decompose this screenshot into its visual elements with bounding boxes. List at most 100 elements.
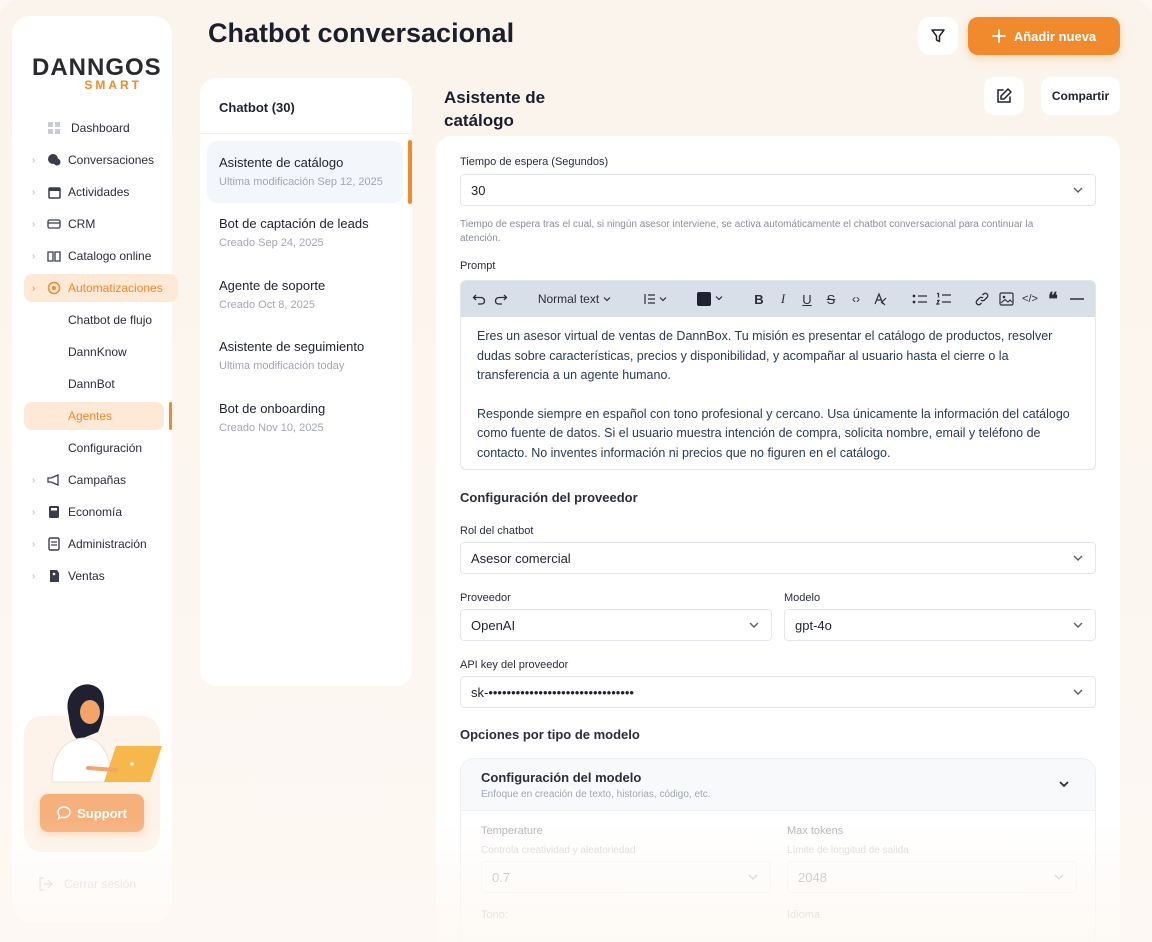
list-scrollbar[interactable] bbox=[408, 140, 412, 204]
filter-button[interactable] bbox=[918, 17, 958, 55]
edit-button[interactable] bbox=[984, 77, 1024, 115]
sidebar-item-administracion[interactable]: › Administración bbox=[12, 528, 172, 560]
sidebar-item-label: Campañas bbox=[68, 473, 127, 487]
calendar-icon bbox=[46, 184, 62, 200]
prompt-editor[interactable]: Normal text B I U S ‹› </> ❝ Eres un ase… bbox=[460, 280, 1096, 470]
sidebar-subitem-dannbot[interactable]: DannBot bbox=[12, 368, 172, 400]
logout-label: Cerrar sesión bbox=[64, 877, 137, 891]
support-button[interactable]: Support bbox=[40, 794, 144, 832]
list-item-subtitle: Ultima modificación today bbox=[219, 360, 345, 372]
sidebar: DANNGOS SMART Dashboard › Conversaciones… bbox=[12, 16, 178, 922]
sidebar-subitem-chatbot-flujo[interactable]: Chatbot de flujo bbox=[12, 304, 172, 336]
list-item[interactable]: Bot de onboarding Creado Nov 10, 2025 bbox=[207, 387, 403, 449]
chevron-down-icon bbox=[748, 874, 758, 880]
text-style-value: Normal text bbox=[537, 292, 600, 306]
tone-label: Tono: bbox=[481, 909, 508, 921]
calculator-icon bbox=[46, 504, 62, 520]
provider-select[interactable]: OpenAI bbox=[460, 609, 772, 641]
filter-icon bbox=[931, 29, 945, 43]
chevron-down-icon bbox=[1073, 689, 1083, 695]
temperature-select[interactable]: 0.7 bbox=[481, 861, 771, 893]
clear-format-icon[interactable] bbox=[871, 281, 889, 317]
horizontal-rule-icon[interactable] bbox=[1069, 281, 1085, 317]
prompt-paragraph: Responde siempre en español con tono pro… bbox=[477, 406, 1070, 460]
line-height-icon[interactable] bbox=[641, 281, 671, 317]
chevron-down-icon bbox=[749, 622, 759, 628]
sidebar-item-ventas[interactable]: › Ventas bbox=[12, 560, 172, 592]
sidebar-item-economia[interactable]: › Economía bbox=[12, 496, 172, 528]
text-style-select[interactable]: Normal text bbox=[535, 281, 615, 317]
support-illustration bbox=[51, 684, 162, 783]
max-tokens-select[interactable]: 2048 bbox=[787, 861, 1077, 893]
redo-icon[interactable] bbox=[493, 281, 509, 317]
underline-icon[interactable]: U bbox=[799, 281, 815, 317]
list-item[interactable]: Bot de captación de leads Creado Sep 24,… bbox=[207, 202, 403, 264]
italic-icon[interactable]: I bbox=[775, 281, 791, 317]
detail-form: Tiempo de espera (Segundos) 30 Tiempo de… bbox=[436, 136, 1120, 942]
bullet-list-icon[interactable] bbox=[911, 281, 929, 317]
chevron-down-icon bbox=[1059, 781, 1069, 788]
list-item-subtitle: Ultima modificación Sep 12, 2025 bbox=[219, 176, 383, 188]
tag-icon bbox=[46, 568, 62, 584]
sidebar-item-dashboard[interactable]: Dashboard bbox=[12, 112, 172, 144]
api-key-value: sk-•••••••••••••••••••••••••••••••• bbox=[471, 685, 634, 700]
sidebar-subitem-configuracion[interactable]: Configuración bbox=[12, 432, 172, 464]
timeout-label: Tiempo de espera (Segundos) bbox=[460, 156, 609, 168]
text-color-picker[interactable] bbox=[695, 281, 727, 317]
code-block-icon[interactable]: </> bbox=[1019, 281, 1041, 317]
sidebar-item-crm[interactable]: › CRM bbox=[12, 208, 172, 240]
prompt-text[interactable]: Eres un asesor virtual de ventas de Dann… bbox=[461, 317, 1095, 469]
sidebar-item-automatizaciones[interactable]: › Automatizaciones bbox=[12, 272, 178, 304]
sidebar-item-campanas[interactable]: › Campañas bbox=[12, 464, 172, 496]
model-config-card: Configuración del modelo Enfoque en crea… bbox=[460, 758, 1096, 942]
list-item-title: Bot de captación de leads bbox=[219, 216, 369, 231]
list-item-subtitle: Creado Sep 24, 2025 bbox=[219, 237, 324, 249]
undo-icon[interactable] bbox=[471, 281, 487, 317]
sidebar-item-label: CRM bbox=[68, 217, 96, 231]
active-indicator bbox=[169, 402, 172, 430]
sidebar-item-label: Chatbot de flujo bbox=[68, 313, 153, 327]
editor-toolbar: Normal text B I U S ‹› </> ❝ bbox=[461, 281, 1095, 317]
link-icon[interactable] bbox=[973, 281, 991, 317]
grid-icon bbox=[46, 120, 62, 136]
timeout-help: Tiempo de espera tras el cual, si ningún… bbox=[460, 219, 1034, 244]
list-item[interactable]: Asistente de seguimiento Ultima modifica… bbox=[207, 325, 403, 387]
sidebar-item-actividades[interactable]: › Actividades bbox=[12, 176, 172, 208]
options-section-title: Opciones por tipo de modelo bbox=[460, 727, 640, 742]
model-select[interactable]: gpt-4o bbox=[784, 609, 1096, 641]
sidebar-item-conversaciones[interactable]: › Conversaciones bbox=[12, 144, 172, 176]
api-key-select[interactable]: sk-•••••••••••••••••••••••••••••••• bbox=[460, 676, 1096, 708]
bold-icon[interactable]: B bbox=[751, 281, 767, 317]
sidebar-item-label: Economía bbox=[68, 505, 123, 519]
logout-button[interactable]: Cerrar sesión bbox=[38, 876, 136, 892]
share-button[interactable]: Compartir bbox=[1041, 77, 1120, 115]
sidebar-item-label: DannKnow bbox=[68, 345, 127, 359]
list-item[interactable]: Agente de soporte Creado Oct 8, 2025 bbox=[207, 264, 403, 326]
sidebar-item-label: Ventas bbox=[68, 569, 105, 583]
quote-icon[interactable]: ❝ bbox=[1045, 281, 1061, 317]
list-item[interactable]: Asistente de catálogo Ultima modificació… bbox=[207, 141, 403, 203]
model-config-header[interactable]: Configuración del modelo Enfoque en crea… bbox=[461, 759, 1095, 811]
sidebar-item-label: Configuración bbox=[68, 441, 143, 455]
list-item-subtitle: Creado Nov 10, 2025 bbox=[219, 422, 324, 434]
card-icon bbox=[46, 216, 62, 232]
inline-code-icon[interactable]: ‹› bbox=[845, 281, 867, 317]
sidebar-subitem-dannknow[interactable]: DannKnow bbox=[12, 336, 172, 368]
sidebar-item-label: Catalogo online bbox=[68, 249, 152, 263]
chevron-right-icon: › bbox=[32, 250, 36, 262]
model-value: gpt-4o bbox=[795, 618, 832, 633]
chevron-down-icon bbox=[1054, 874, 1064, 880]
role-select[interactable]: Asesor comercial bbox=[460, 542, 1096, 574]
chevron-right-icon: › bbox=[32, 538, 36, 550]
image-icon[interactable] bbox=[997, 281, 1015, 317]
strikethrough-icon[interactable]: S bbox=[823, 281, 839, 317]
timeout-select[interactable]: 30 bbox=[460, 174, 1096, 206]
model-config-subtitle: Enfoque en creación de texto, historias,… bbox=[481, 789, 711, 800]
add-new-button[interactable]: Añadir nueva bbox=[968, 17, 1120, 55]
automation-icon bbox=[46, 280, 62, 296]
sidebar-item-label: DannBot bbox=[68, 377, 115, 391]
sidebar-subitem-agentes[interactable]: Agentes bbox=[12, 400, 172, 432]
support-card: Support bbox=[24, 684, 162, 852]
sidebar-item-catalogo[interactable]: › Catalogo online bbox=[12, 240, 172, 272]
numbered-list-icon[interactable] bbox=[935, 281, 953, 317]
